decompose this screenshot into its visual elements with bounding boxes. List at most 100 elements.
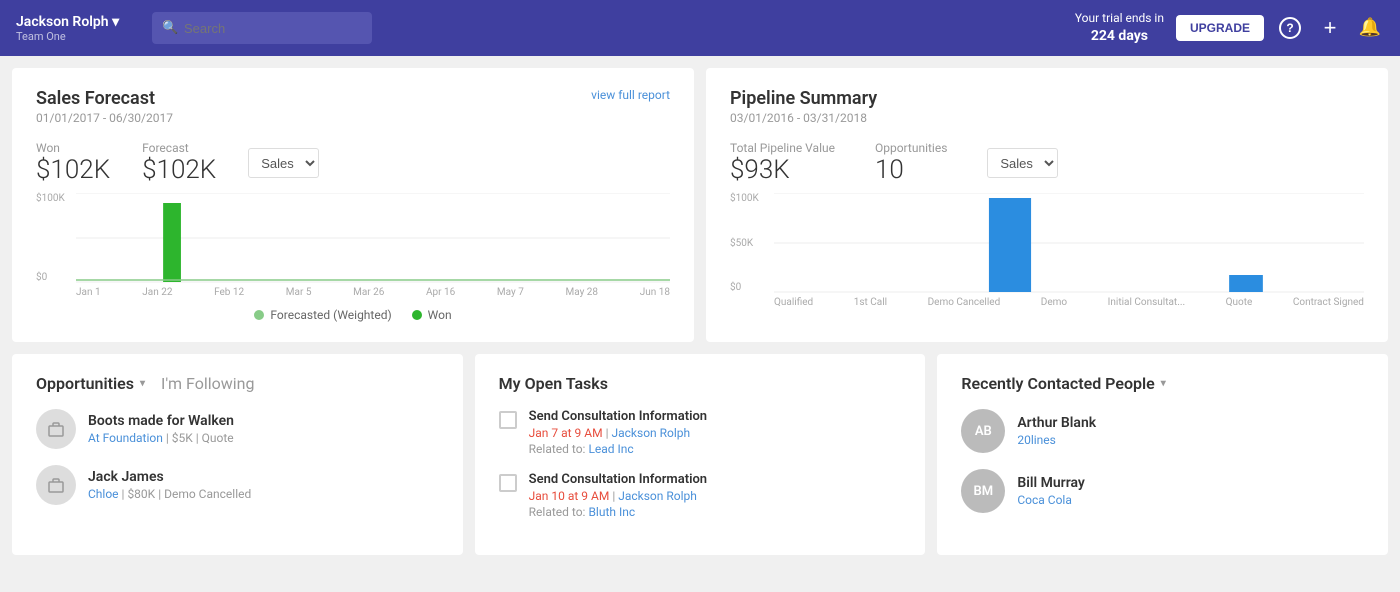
pipeline-title: Pipeline Summary	[730, 88, 877, 109]
briefcase-icon-1	[47, 420, 65, 438]
total-pipeline-value: $93K	[730, 155, 835, 185]
trial-info: Your trial ends in 224 days	[1075, 10, 1164, 46]
trial-days: 224 days	[1075, 27, 1164, 47]
task-related-label-1: Related to:	[529, 442, 586, 456]
forecast-chart-container: $100K $0 Jan 1 Jan 22 Feb 12 Mar 5 Mar 2…	[36, 193, 670, 298]
opp-company-1[interactable]: At Foundation	[88, 431, 163, 445]
task-related-1: Related to: Lead Inc	[529, 442, 707, 456]
forecast-metrics: Won $102K Forecast $102K Sales	[36, 141, 670, 185]
pipeline-header: Pipeline Summary 03/01/2016 - 03/31/2018	[730, 88, 1364, 125]
x-label-may7: May 7	[497, 287, 524, 298]
tasks-card: My Open Tasks Send Consultation Informat…	[475, 354, 926, 555]
opportunities-dropdown-icon[interactable]: ▾	[140, 378, 145, 389]
opportunities-value: 10	[875, 155, 947, 185]
person-company-1[interactable]: 20lines	[1017, 433, 1096, 447]
main-content: Sales Forecast 01/01/2017 - 06/30/2017 v…	[0, 56, 1400, 567]
total-pipeline-metric: Total Pipeline Value $93K	[730, 141, 835, 185]
opp-name-2: Jack James	[88, 469, 251, 485]
notifications-button[interactable]: 🔔	[1356, 14, 1384, 42]
avatar-bm: BM	[961, 469, 1005, 513]
person-details-1: Arthur Blank 20lines	[1017, 415, 1096, 447]
view-full-report-link[interactable]: view full report	[591, 88, 670, 102]
task-title-1: Send Consultation Information	[529, 409, 707, 424]
recently-contacted-title: Recently Contacted People	[961, 374, 1154, 393]
opportunities-section-title: Opportunities ▾ I'm Following	[36, 374, 439, 393]
bell-icon: 🔔	[1359, 17, 1381, 38]
task-related-val-1[interactable]: Lead Inc	[588, 442, 633, 456]
search-input[interactable]	[152, 12, 372, 44]
trial-text: Your trial ends in	[1075, 10, 1164, 27]
x-1st-call: 1st Call	[854, 297, 887, 308]
opportunity-item-2: Jack James Chloe | $80K | Demo Cancelled	[36, 465, 439, 505]
opportunity-icon-1	[36, 409, 76, 449]
x-label-feb12: Feb 12	[214, 287, 244, 298]
task-meta-2: Jan 10 at 9 AM | Jackson Rolph	[529, 489, 707, 503]
task-title-2: Send Consultation Information	[529, 472, 707, 487]
task-body-2: Send Consultation Information Jan 10 at …	[529, 472, 707, 519]
legend-won: Won	[412, 308, 452, 322]
task-related-val-2[interactable]: Bluth Inc	[588, 505, 635, 519]
team-name: Team One	[16, 30, 136, 43]
tasks-section-title: My Open Tasks	[499, 374, 902, 393]
won-label: Won	[36, 141, 110, 155]
x-label-apr16: Apr 16	[426, 287, 455, 298]
recently-contacted-dropdown-icon[interactable]: ▾	[1161, 378, 1166, 389]
demo-cancelled-bar	[989, 198, 1031, 292]
opportunities-metric: Opportunities 10	[875, 141, 947, 185]
help-icon: ?	[1279, 17, 1301, 39]
pipeline-metrics-row: Total Pipeline Value $93K Opportunities …	[730, 141, 1364, 185]
task-item-2: Send Consultation Information Jan 10 at …	[499, 472, 902, 519]
pipeline-x-labels: Qualified 1st Call Demo Cancelled Demo I…	[774, 297, 1364, 308]
sales-forecast-date: 01/01/2017 - 06/30/2017	[36, 111, 173, 125]
avatar-ab: AB	[961, 409, 1005, 453]
help-button[interactable]: ?	[1276, 14, 1304, 42]
pipeline-y-axis: $100K $50K $0	[730, 193, 759, 293]
won-metric: Won $102K	[36, 141, 110, 185]
add-icon: +	[1324, 15, 1337, 41]
won-dot	[412, 310, 422, 320]
user-menu[interactable]: Jackson Rolph ▾ Team One	[16, 14, 136, 43]
task-assignee-1[interactable]: Jackson Rolph	[611, 426, 690, 440]
pipeline-summary-card: Pipeline Summary 03/01/2016 - 03/31/2018…	[706, 68, 1388, 342]
opp-company-2[interactable]: Chloe	[88, 487, 119, 501]
x-initial-consult: Initial Consultat...	[1108, 297, 1185, 308]
x-quote: Quote	[1226, 297, 1253, 308]
forecast-team-dropdown[interactable]: Sales	[248, 148, 319, 178]
avatar-initials-ab: AB	[975, 424, 992, 439]
task-checkbox-1[interactable]	[499, 411, 517, 429]
opp-detail-1: At Foundation | $5K | Quote	[88, 431, 234, 445]
forecast-title-area: Sales Forecast 01/01/2017 - 06/30/2017	[36, 88, 173, 125]
upgrade-button[interactable]: UPGRADE	[1176, 15, 1264, 41]
task-item-1: Send Consultation Information Jan 7 at 9…	[499, 409, 902, 456]
following-label: I'm Following	[161, 374, 254, 393]
pipeline-y-0: $0	[730, 282, 759, 293]
task-body-1: Send Consultation Information Jan 7 at 9…	[529, 409, 707, 456]
won-value: $102K	[36, 155, 110, 185]
forecast-label: Forecast	[142, 141, 216, 155]
header-right: Your trial ends in 224 days UPGRADE ? + …	[1075, 10, 1384, 46]
pipeline-team-dropdown[interactable]: Sales	[987, 148, 1058, 178]
person-item-1: AB Arthur Blank 20lines	[961, 409, 1364, 453]
opp-detail-2: Chloe | $80K | Demo Cancelled	[88, 487, 251, 501]
quote-bar	[1229, 275, 1263, 292]
pipeline-date: 03/01/2016 - 03/31/2018	[730, 111, 877, 125]
x-label-may28: May 28	[566, 287, 599, 298]
forecasted-dot	[254, 310, 264, 320]
opp-stage-1: Quote	[202, 431, 234, 445]
add-button[interactable]: +	[1316, 14, 1344, 42]
y-label-0: $0	[36, 272, 65, 283]
forecast-metric: Forecast $102K	[142, 141, 216, 185]
task-date-2: Jan 10 at 9 AM	[529, 489, 610, 503]
opp-amt-val-1: $5K	[172, 431, 193, 445]
task-assignee-2[interactable]: Jackson Rolph	[618, 489, 697, 503]
person-name-1: Arthur Blank	[1017, 415, 1096, 431]
task-checkbox-2[interactable]	[499, 474, 517, 492]
task-date-1: Jan 7 at 9 AM	[529, 426, 603, 440]
x-demo: Demo	[1041, 297, 1067, 308]
task-meta-1: Jan 7 at 9 AM | Jackson Rolph	[529, 426, 707, 440]
card-header: Sales Forecast 01/01/2017 - 06/30/2017 v…	[36, 88, 670, 125]
pipeline-y-100k: $100K	[730, 193, 759, 204]
task-related-label-2: Related to:	[529, 505, 586, 519]
search-icon: 🔍	[162, 21, 178, 36]
person-company-2[interactable]: Coca Cola	[1017, 493, 1085, 507]
